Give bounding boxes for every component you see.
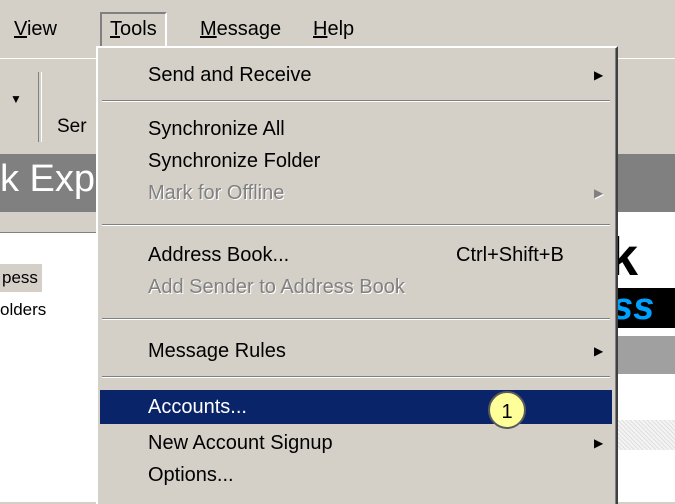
menu-message[interactable]: Message	[192, 14, 289, 44]
step-badge: 1	[488, 391, 526, 429]
logo-text-ss: ss	[612, 286, 655, 328]
menu-item-add-sender[interactable]: Add Sender to Address Book	[100, 270, 612, 304]
window-title: k Exp	[0, 158, 96, 200]
submenu-arrow-icon: ▶	[594, 68, 604, 82]
dropdown-arrow-icon[interactable]: ▼	[10, 92, 22, 106]
menu-item-label: Accounts...	[148, 396, 247, 418]
menu-item-label: Address Book...	[148, 244, 290, 266]
send-button-label[interactable]: Ser	[57, 116, 87, 138]
submenu-arrow-icon: ▶	[594, 436, 604, 450]
menu-item-options[interactable]: Options...	[100, 458, 612, 492]
menu-item-accounts[interactable]: Accounts...	[100, 390, 612, 424]
toolbar-separator	[38, 72, 42, 142]
menu-item-message-rules[interactable]: Message Rules ▶	[100, 334, 612, 368]
menu-separator	[102, 224, 610, 226]
folder-item-outlook-express[interactable]: pess	[0, 264, 42, 292]
menu-item-label: Synchronize Folder	[148, 150, 321, 172]
menu-item-address-book[interactable]: Address Book... Ctrl+Shift+B	[100, 238, 612, 272]
menu-item-mark-for-offline[interactable]: Mark for Offline ▶	[100, 176, 612, 210]
submenu-arrow-icon: ▶	[594, 344, 604, 358]
menu-item-label: Options...	[148, 464, 234, 486]
menu-item-synchronize-folder[interactable]: Synchronize Folder	[100, 144, 612, 178]
menu-item-new-account-signup[interactable]: New Account Signup ▶	[100, 426, 612, 460]
menu-tools[interactable]: Tools	[100, 12, 167, 48]
menu-item-synchronize-all[interactable]: Synchronize All	[100, 112, 612, 146]
menu-help[interactable]: Help	[305, 14, 362, 44]
menu-item-label: Send and Receive	[148, 64, 312, 86]
menu-item-label: Message Rules	[148, 340, 286, 362]
folder-item-local-folders[interactable]: olders	[0, 300, 46, 320]
menu-view[interactable]: View	[6, 14, 65, 44]
menu-item-label: Mark for Offline	[148, 182, 285, 204]
menu-separator	[102, 100, 610, 102]
submenu-arrow-icon: ▶	[594, 186, 604, 200]
menu-separator	[102, 376, 610, 378]
tools-menu: Send and Receive ▶ Synchronize All Synch…	[96, 46, 618, 504]
menu-item-label: New Account Signup	[148, 432, 333, 454]
menu-item-label: Add Sender to Address Book	[148, 276, 405, 298]
menu-separator	[102, 318, 610, 320]
menu-item-send-and-receive[interactable]: Send and Receive ▶	[100, 58, 612, 92]
menu-item-shortcut: Ctrl+Shift+B	[456, 244, 564, 266]
menu-item-label: Synchronize All	[148, 118, 285, 140]
